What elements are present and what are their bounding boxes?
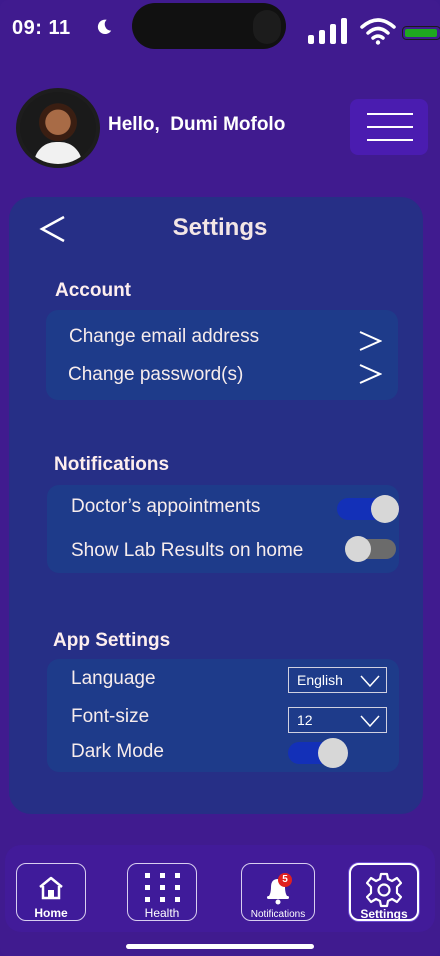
nav-home-button[interactable]: Home — [16, 863, 86, 921]
toggle-knob — [371, 495, 399, 523]
status-time: 09: 11 — [12, 17, 71, 39]
toggle-knob — [345, 536, 371, 562]
lab-results-label: Show Lab Results on home — [71, 540, 304, 561]
greeting-text: Hello, Dumi Mofolo — [108, 114, 286, 135]
font-size-label: Font-size — [71, 706, 150, 727]
language-select-value: English — [297, 672, 343, 688]
nav-home-label: Home — [34, 906, 68, 920]
phone-screen: 09: 11 Hello, Dumi Mofolo Settings Accou… — [0, 0, 440, 956]
chevron-down-icon — [360, 715, 380, 727]
page-title: Settings — [172, 214, 268, 241]
wifi-icon — [360, 18, 396, 45]
nav-settings-label: Settings — [360, 907, 408, 921]
toggle-knob — [318, 738, 348, 768]
chevron-right-icon[interactable] — [358, 329, 382, 353]
language-label: Language — [71, 668, 156, 689]
nav-settings-button[interactable]: Settings — [349, 863, 419, 921]
chevron-down-icon — [360, 675, 380, 687]
menu-line — [367, 139, 413, 141]
home-icon — [39, 876, 63, 900]
home-indicator — [126, 944, 314, 949]
language-select[interactable]: English — [288, 667, 387, 693]
camera-cutout — [253, 10, 281, 44]
menu-line — [367, 126, 413, 128]
chevron-right-icon[interactable] — [358, 362, 382, 386]
hamburger-menu-button[interactable] — [350, 99, 428, 155]
doctors-appointments-toggle[interactable] — [337, 495, 399, 523]
signal-icon — [308, 18, 347, 44]
change-email-row[interactable]: Change email address — [69, 326, 259, 348]
nav-health-button[interactable]: Health — [127, 863, 197, 921]
section-title-app-settings: App Settings — [53, 630, 171, 651]
section-title-notifications: Notifications — [54, 454, 170, 475]
moon-icon — [97, 19, 112, 35]
doctors-appointments-label: Doctor’s appointments — [71, 496, 261, 517]
change-password-row[interactable]: Change password(s) — [68, 364, 243, 386]
grid-icon — [145, 873, 180, 902]
nav-notifications-button[interactable]: 5 Notifications — [241, 863, 315, 921]
nav-health-label: Health — [144, 906, 180, 920]
battery-icon — [402, 26, 440, 40]
notification-badge: 5 — [278, 873, 292, 887]
font-size-select-value: 12 — [297, 712, 313, 728]
gear-icon — [366, 872, 402, 908]
menu-line — [367, 113, 413, 115]
dark-mode-label: Dark Mode — [71, 741, 164, 762]
account-group — [46, 310, 398, 400]
lab-results-toggle[interactable] — [345, 536, 396, 562]
avatar[interactable] — [16, 88, 100, 168]
dark-mode-toggle[interactable] — [288, 738, 348, 768]
section-title-account: Account — [55, 280, 131, 301]
nav-notifications-label: Notifications — [250, 909, 306, 920]
font-size-select[interactable]: 12 — [288, 707, 387, 733]
